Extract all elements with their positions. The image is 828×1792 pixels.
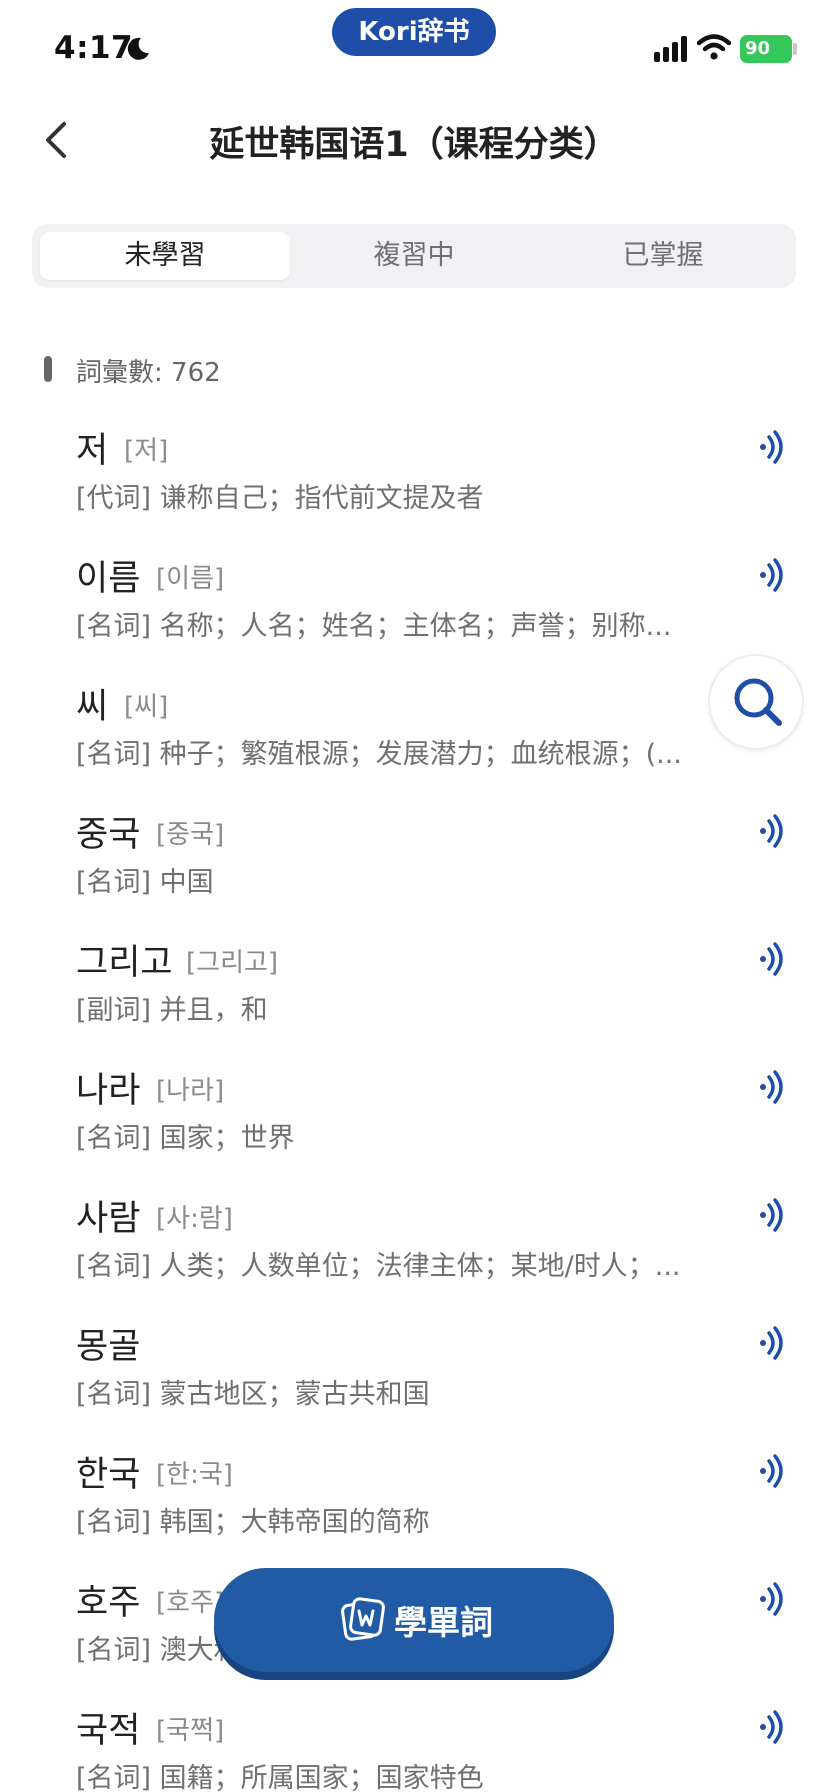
learn-words-label: 學單詞 xyxy=(394,1603,493,1642)
battery-tip-icon xyxy=(793,43,797,55)
audio-icon[interactable] xyxy=(756,1582,786,1616)
word-headword: 저 xyxy=(76,431,109,471)
audio-icon[interactable] xyxy=(756,558,786,592)
word-headword: 그리고 xyxy=(76,943,173,983)
battery-level: 90 xyxy=(745,38,771,59)
word-item[interactable]: 저 [저] [代词] 谦称自己；指代前文提及者 xyxy=(0,418,828,546)
audio-icon[interactable] xyxy=(756,942,786,976)
tab-unlearned[interactable]: 未學習 xyxy=(40,232,290,280)
word-pronunciation: [한:국] xyxy=(156,1460,233,1490)
search-icon xyxy=(734,678,782,726)
brand-pill: Kori辞书 xyxy=(332,8,496,56)
word-pronunciation: [이름] xyxy=(156,564,225,594)
word-pronunciation: [씨] xyxy=(124,692,169,722)
word-pronunciation: [사:람] xyxy=(156,1204,233,1234)
word-item[interactable]: 그리고 [그리고] [副词] 并且，和 xyxy=(0,930,828,1058)
word-pronunciation: [나라] xyxy=(156,1076,225,1106)
status-time: 4:17 xyxy=(54,30,134,66)
word-definition: [名词] 国籍；所属国家；国家特色 xyxy=(76,1763,484,1792)
word-headword: 이름 xyxy=(76,559,141,599)
word-item[interactable]: 한국 [한:국] [名词] 韩国；大韩帝国的简称 xyxy=(0,1442,828,1570)
word-pronunciation: [그리고] xyxy=(186,948,279,978)
word-item[interactable]: 국적 [국쩍] [名词] 国籍；所属国家；国家特色 xyxy=(0,1698,828,1792)
word-item[interactable]: 몽골 [名词] 蒙古地区；蒙古共和国 xyxy=(0,1314,828,1442)
word-headword: 국적 xyxy=(76,1711,141,1751)
word-item[interactable]: 나라 [나라] [名词] 国家；世界 xyxy=(0,1058,828,1186)
page-title: 延世韩国语1（课程分类） xyxy=(209,125,619,165)
flashcard-icon xyxy=(341,1597,385,1641)
audio-icon[interactable] xyxy=(756,1070,786,1104)
count-marker xyxy=(44,356,52,382)
tab-bar: 未學習 複習中 已掌握 xyxy=(32,224,796,288)
word-definition: [名词] 名称；人名；姓名；主体名；声誉；别称... xyxy=(76,611,672,642)
battery-icon: 90 xyxy=(740,35,792,63)
word-headword: 사람 xyxy=(76,1199,141,1239)
word-item[interactable]: 이름 [이름] [名词] 名称；人名；姓名；主体名；声誉；别称... xyxy=(0,546,828,674)
word-pronunciation: [중국] xyxy=(156,820,225,850)
status-bar: 4:17 Kori辞书 90 xyxy=(0,0,828,96)
word-headword: 한국 xyxy=(76,1455,141,1495)
word-item[interactable]: 중국 [중국] [名词] 中国 xyxy=(0,802,828,930)
word-count-label: 詞彙數: 762 xyxy=(76,358,221,388)
audio-icon[interactable] xyxy=(756,814,786,848)
audio-icon[interactable] xyxy=(756,1454,786,1488)
search-button[interactable] xyxy=(708,654,804,750)
learn-words-button[interactable]: 學單詞 xyxy=(214,1568,614,1672)
word-pronunciation: [국쩍] xyxy=(156,1716,225,1746)
word-definition: [名词] 人类；人数单位；法律主体；某地/时人；... xyxy=(76,1251,681,1282)
word-definition: [名词] 中国 xyxy=(76,867,214,898)
word-definition: [名词] 国家；世界 xyxy=(76,1123,295,1154)
audio-icon[interactable] xyxy=(756,1326,786,1360)
word-headword: 몽골 xyxy=(76,1327,141,1367)
word-headword: 중국 xyxy=(76,815,141,855)
word-definition: [名词] 蒙古地区；蒙古共和国 xyxy=(76,1379,430,1410)
word-definition: [代词] 谦称自己；指代前文提及者 xyxy=(76,483,484,514)
audio-icon[interactable] xyxy=(756,430,786,464)
word-headword: 호주 xyxy=(76,1583,141,1623)
word-pronunciation: [저] xyxy=(124,436,169,466)
word-definition: [名词] 韩国；大韩帝国的简称 xyxy=(76,1507,430,1538)
back-icon[interactable] xyxy=(36,112,76,168)
word-definition: [副词] 并且，和 xyxy=(76,995,268,1026)
moon-icon xyxy=(127,37,149,60)
word-definition: [名词] 种子；繁殖根源；发展潜力；血统根源；(... xyxy=(76,739,682,770)
word-item[interactable]: 사람 [사:람] [名词] 人类；人数单位；法律主体；某地/时人；... xyxy=(0,1186,828,1314)
tab-reviewing[interactable]: 複習中 xyxy=(289,232,539,280)
word-headword: 나라 xyxy=(76,1071,141,1111)
audio-icon[interactable] xyxy=(756,1198,786,1232)
word-item[interactable]: 씨 [씨] [名词] 种子；繁殖根源；发展潜力；血统根源；(... xyxy=(0,674,828,802)
audio-icon[interactable] xyxy=(756,1710,786,1744)
word-headword: 씨 xyxy=(76,687,109,727)
tab-mastered[interactable]: 已掌握 xyxy=(538,232,788,280)
signal-icon xyxy=(654,36,687,62)
wifi-icon xyxy=(697,34,731,60)
